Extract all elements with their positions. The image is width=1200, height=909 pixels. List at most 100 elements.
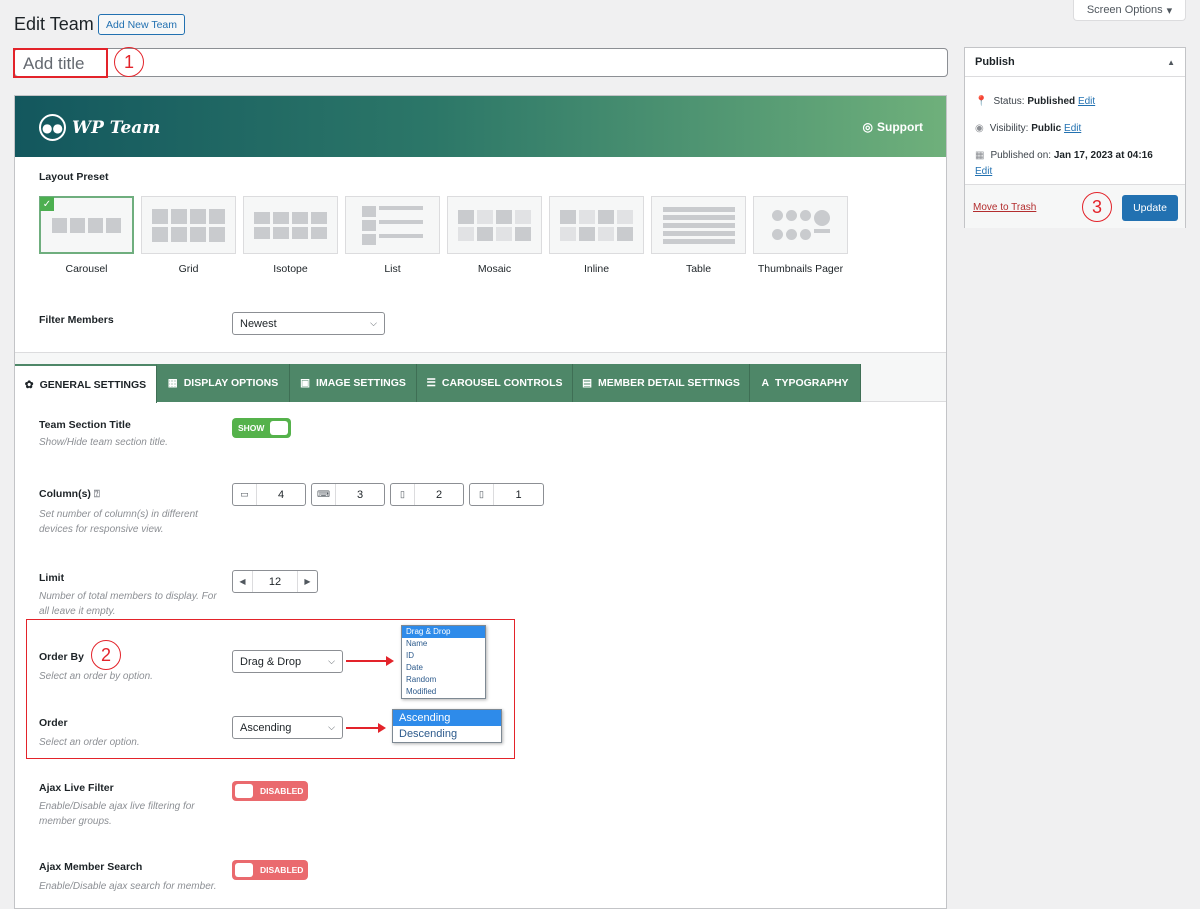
dropdown-option[interactable]: Descending: [393, 726, 501, 742]
gear-icon: ✿: [24, 378, 34, 391]
ajax-live-filter-label: Ajax Live Filter: [39, 782, 114, 794]
dropdown-option[interactable]: ID: [402, 650, 485, 662]
brand-name: WP Team: [72, 117, 161, 138]
dropdown-option[interactable]: Modified: [402, 686, 485, 698]
published-on-line: ▦ Published on: Jan 17, 2023 at 04:16: [975, 150, 1153, 161]
dropdown-option[interactable]: Ascending: [393, 710, 501, 726]
font-icon: A: [761, 377, 770, 389]
tab-carousel-controls[interactable]: ☰ CAROUSEL CONTROLS: [417, 364, 573, 402]
publish-header[interactable]: Publish ▲: [965, 48, 1185, 77]
published-value: Jan 17, 2023 at 04:16: [1053, 150, 1153, 161]
layout-preset-options: ✓ Carousel Grid Isotope List Mosaic Inli…: [39, 196, 848, 275]
tab-label: CAROUSEL CONTROLS: [441, 377, 563, 389]
plugin-banner: ●● WP Team ◎ Support: [15, 96, 946, 157]
dropdown-option[interactable]: Date: [402, 662, 485, 674]
edit-date-link[interactable]: Edit: [975, 166, 992, 177]
callout-3: 3: [1082, 192, 1112, 222]
support-label: Support: [877, 120, 923, 134]
sliders-icon: ☰: [426, 377, 436, 389]
move-to-trash-link[interactable]: Move to Trash: [973, 202, 1036, 213]
filter-members-label: Filter Members: [39, 314, 114, 326]
preset-label: Grid: [178, 263, 199, 275]
list-thumbnail-icon: [345, 196, 440, 254]
decrement-icon[interactable]: ◀: [233, 571, 253, 592]
preset-list[interactable]: List: [345, 196, 440, 275]
isotope-thumbnail-icon: [243, 196, 338, 254]
columns-tablet-input[interactable]: ▯ 2: [390, 483, 464, 506]
published-label: Published on:: [990, 150, 1052, 161]
help-circle-icon: ⍰: [93, 489, 100, 500]
pin-icon: 📍: [975, 96, 988, 107]
limit-help: Number of total members to display. For …: [39, 591, 217, 617]
columns-label: Column(s) ⍰: [39, 488, 229, 500]
dropdown-option[interactable]: Random: [402, 674, 485, 686]
status-line: 📍 Status: Published Edit: [975, 96, 1095, 107]
section-title-row: Team Section Title Show/Hide team sectio…: [39, 419, 168, 450]
layout-preset-label: Layout Preset: [39, 171, 109, 183]
mosaic-thumbnail-icon: [447, 196, 542, 254]
columns-laptop-input[interactable]: ⌨ 3: [311, 483, 385, 506]
preset-carousel[interactable]: ✓ Carousel: [39, 196, 134, 275]
checkmark-icon: ✓: [40, 197, 54, 211]
edit-visibility-link[interactable]: Edit: [1064, 123, 1081, 134]
order-by-dropdown: Drag & Drop Name ID Date Random Modified: [401, 625, 486, 699]
settings-tabs: ✿ GENERAL SETTINGS ▦ DISPLAY OPTIONS ▣ I…: [15, 352, 946, 403]
preset-grid[interactable]: Grid: [141, 196, 236, 275]
ajax-member-search-label: Ajax Member Search: [39, 861, 143, 873]
tab-display-options[interactable]: ▦ DISPLAY OPTIONS: [157, 364, 290, 402]
visibility-line: ◉ Visibility: Public Edit: [975, 123, 1081, 134]
title-input[interactable]: [14, 48, 948, 77]
tab-label: GENERAL SETTINGS: [39, 378, 147, 391]
tab-typography[interactable]: A TYPOGRAPHY: [750, 364, 861, 402]
section-title-toggle[interactable]: SHOW: [232, 418, 291, 438]
ajax-member-search-toggle[interactable]: DISABLED: [232, 860, 308, 880]
columns-help: Set number of column(s) in different dev…: [39, 509, 198, 535]
columns-mobile-value: 1: [515, 488, 522, 501]
edit-status-link[interactable]: Edit: [1078, 96, 1095, 107]
support-link[interactable]: ◎ Support: [863, 120, 923, 134]
columns-mobile-input[interactable]: ▯ 1: [469, 483, 544, 506]
preset-isotope[interactable]: Isotope: [243, 196, 338, 275]
increment-icon[interactable]: ▶: [297, 571, 317, 592]
add-new-team-button[interactable]: Add New Team: [98, 14, 186, 35]
columns-desktop-input[interactable]: ▭ 4: [232, 483, 306, 506]
inline-thumbnail-icon: [549, 196, 644, 254]
preset-mosaic[interactable]: Mosaic: [447, 196, 542, 275]
columns-laptop-value: 3: [356, 488, 364, 501]
filter-members-value: Newest: [240, 317, 277, 330]
preset-inline[interactable]: Inline: [549, 196, 644, 275]
image-icon: ▣: [300, 377, 311, 389]
columns-tablet-value: 2: [435, 488, 443, 501]
limit-stepper[interactable]: ◀ 12 ▶: [232, 570, 318, 593]
preset-thumbnails-pager[interactable]: Thumbnails Pager: [753, 196, 848, 275]
tab-member-detail-settings[interactable]: ▤ MEMBER DETAIL SETTINGS: [573, 364, 750, 402]
screen-options-button[interactable]: Screen Options ▾: [1073, 0, 1186, 21]
preset-label: Thumbnails Pager: [757, 263, 844, 275]
dropdown-option[interactable]: Drag & Drop: [402, 626, 485, 638]
ajax-member-search-help: Enable/Disable ajax search for member.: [39, 881, 217, 892]
tab-general-settings[interactable]: ✿ GENERAL SETTINGS: [15, 364, 157, 403]
carousel-thumbnail-icon: ✓: [39, 196, 134, 254]
update-button[interactable]: Update: [1122, 195, 1178, 221]
ajax-member-search-row: Ajax Member Search Enable/Disable ajax s…: [39, 861, 229, 894]
screen-options-label: Screen Options: [1086, 4, 1163, 16]
toggle-knob: [235, 784, 253, 798]
desktop-icon: ▭: [233, 484, 257, 505]
toggle-label: SHOW: [238, 423, 265, 433]
arrow-right-icon: [346, 656, 394, 666]
id-card-icon: ▤: [582, 377, 592, 389]
edit-date-line: Edit: [975, 166, 992, 177]
limit-row: Limit Number of total members to display…: [39, 572, 229, 619]
toggle-knob: [235, 863, 253, 877]
filter-members-select[interactable]: Newest ⌵: [232, 312, 385, 335]
tab-label: DISPLAY OPTIONS: [183, 377, 279, 389]
preset-table[interactable]: Table: [651, 196, 746, 275]
tab-image-settings[interactable]: ▣ IMAGE SETTINGS: [290, 364, 417, 402]
toggle-label: DISABLED: [260, 786, 304, 796]
ajax-live-filter-toggle[interactable]: DISABLED: [232, 781, 308, 801]
dropdown-option[interactable]: Name: [402, 638, 485, 650]
preset-label: List: [384, 263, 401, 275]
caret-up-icon[interactable]: ▲: [1167, 58, 1175, 67]
columns-row: Column(s) ⍰ Set number of column(s) in d…: [39, 488, 229, 537]
thumbnails-pager-thumbnail-icon: [753, 196, 848, 254]
